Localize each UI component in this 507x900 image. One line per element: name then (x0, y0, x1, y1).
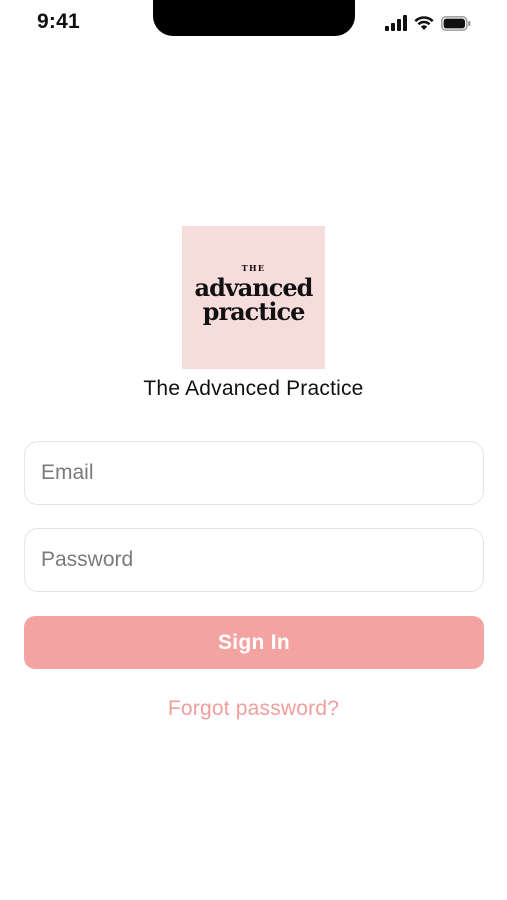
battery-icon (441, 15, 471, 31)
status-icons (385, 15, 471, 31)
app-title: The Advanced Practice (143, 377, 364, 400)
cellular-signal-icon (385, 15, 407, 31)
password-field[interactable] (24, 528, 484, 592)
app-logo: THE advanced practice (182, 226, 325, 369)
email-field[interactable] (24, 441, 484, 505)
status-time: 9:41 (37, 10, 80, 33)
wifi-icon (414, 15, 434, 31)
logo-text-practice: practice (202, 297, 306, 326)
status-bar: 9:41 (0, 0, 507, 48)
forgot-password-link[interactable]: Forgot password? (0, 697, 507, 721)
logo-text-the: THE (241, 263, 266, 273)
device-notch (153, 0, 355, 36)
email-input[interactable] (25, 442, 483, 504)
sign-in-button[interactable]: Sign In (24, 616, 484, 669)
password-input[interactable] (25, 529, 483, 591)
